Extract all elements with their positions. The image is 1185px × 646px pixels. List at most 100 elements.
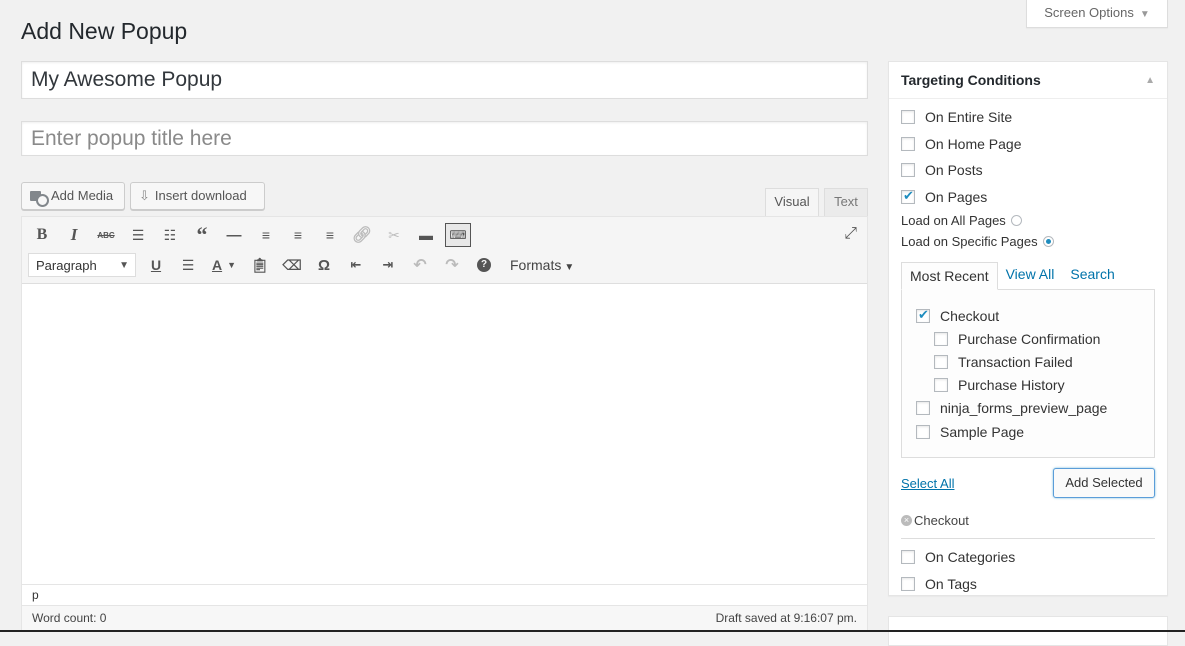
formats-dropdown[interactable]: Formats ▼: [510, 257, 574, 273]
page-item[interactable]: ninja_forms_preview_page: [916, 397, 1154, 420]
checkbox[interactable]: [934, 354, 948, 369]
blockquote-icon[interactable]: “: [186, 221, 218, 249]
condition-posts[interactable]: On Posts: [901, 157, 1155, 184]
content-editor: B I ABC ☰ ☷ “ — ≡ ≡ ≡ 🔗︎ ✂ ▬ ⌨ ⤢ Paragra…: [21, 216, 868, 631]
outdent-icon[interactable]: ⇤: [340, 251, 372, 279]
checkbox-checked[interactable]: [916, 307, 930, 323]
align-right-icon[interactable]: ≡: [314, 221, 346, 249]
bullet-list-icon[interactable]: ☰: [122, 221, 154, 249]
condition-label: On Home Page: [925, 135, 1022, 152]
bold-icon[interactable]: B: [26, 221, 58, 249]
unlink-icon[interactable]: ✂: [378, 221, 410, 249]
clear-formatting-icon[interactable]: ⌫: [276, 251, 308, 279]
selected-page-label: Checkout: [914, 512, 969, 528]
tab-view-all[interactable]: View All: [998, 261, 1063, 289]
select-all-link[interactable]: Select All: [901, 476, 954, 491]
page-picker-tabs: Most Recent View All Search: [901, 261, 1155, 290]
redo-icon[interactable]: ↷: [436, 251, 468, 279]
add-selected-button[interactable]: Add Selected: [1053, 468, 1155, 498]
checkbox[interactable]: [916, 401, 930, 416]
remove-icon[interactable]: ×: [901, 514, 912, 526]
page-item[interactable]: Purchase History: [916, 374, 1154, 397]
draft-saved-status: Draft saved at 9:16:07 pm.: [715, 611, 857, 625]
caret-down-icon: ▼: [564, 262, 575, 273]
checkbox[interactable]: [916, 424, 930, 439]
tab-text[interactable]: Text: [824, 188, 868, 216]
popup-title-input[interactable]: [21, 121, 868, 156]
read-more-icon[interactable]: ▬: [410, 221, 442, 249]
condition-label: On Categories: [925, 549, 1016, 566]
checkbox[interactable]: [901, 550, 915, 565]
condition-label: On Pages: [925, 188, 988, 205]
horizontal-line-icon[interactable]: —: [218, 221, 250, 249]
condition-label: On Entire Site: [925, 109, 1013, 126]
radio-label: Load on Specific Pages: [901, 234, 1038, 249]
page-item[interactable]: Purchase Confirmation: [916, 327, 1154, 350]
underline-icon[interactable]: U: [140, 251, 172, 279]
download-icon: ⇩: [139, 188, 150, 203]
tab-most-recent[interactable]: Most Recent: [901, 262, 998, 290]
tab-visual[interactable]: Visual: [765, 188, 819, 217]
radio-button[interactable]: [1010, 215, 1022, 226]
checkbox[interactable]: [901, 110, 915, 125]
add-media-button[interactable]: Add Media: [21, 182, 125, 210]
insert-download-label: Insert download: [154, 188, 247, 203]
targeting-conditions-box: Targeting Conditions ▲ On Entire Site On…: [888, 61, 1168, 596]
element-path: p: [22, 584, 867, 604]
page-label: Transaction Failed: [958, 353, 1073, 370]
page-item[interactable]: Checkout: [916, 304, 1154, 327]
align-center-icon[interactable]: ≡: [282, 221, 314, 249]
condition-pages[interactable]: On Pages: [901, 184, 1155, 211]
page-title: Add New Popup: [21, 18, 188, 44]
strikethrough-icon[interactable]: ABC: [90, 221, 122, 249]
paragraph-format-select[interactable]: Paragraph ▼: [28, 253, 136, 277]
divider: [901, 538, 1155, 539]
formats-label: Formats: [510, 257, 562, 273]
radio-button-selected[interactable]: [1042, 236, 1054, 247]
italic-icon[interactable]: I: [58, 221, 90, 249]
align-left-icon[interactable]: ≡: [250, 221, 282, 249]
page-list-panel: Checkout Purchase Confirmation Transacti…: [901, 289, 1155, 458]
page-item[interactable]: Sample Page: [916, 420, 1154, 443]
page-item[interactable]: Transaction Failed: [916, 350, 1154, 373]
checkbox[interactable]: [901, 136, 915, 151]
selected-page-tag: × Checkout: [901, 512, 1155, 528]
condition-tags[interactable]: On Tags: [901, 571, 1155, 598]
checkbox-checked[interactable]: [901, 188, 915, 204]
tab-search[interactable]: Search: [1062, 261, 1122, 289]
media-icon: [30, 189, 49, 207]
toolbar-toggle-icon[interactable]: ⌨: [442, 221, 474, 249]
fullscreen-icon[interactable]: ⤢: [844, 225, 857, 243]
format-select-value: Paragraph: [36, 257, 97, 273]
indent-icon[interactable]: ⇥: [372, 251, 404, 279]
condition-entire-site[interactable]: On Entire Site: [901, 104, 1155, 131]
load-all-pages-option[interactable]: Load on All Pages: [901, 210, 1155, 231]
special-character-icon[interactable]: Ω: [308, 251, 340, 279]
page-label: Purchase History: [958, 377, 1065, 394]
text-color-icon[interactable]: A ▼: [204, 251, 244, 279]
justify-icon[interactable]: ☰: [172, 251, 204, 279]
popup-name-input[interactable]: [21, 61, 868, 99]
condition-home-page[interactable]: On Home Page: [901, 131, 1155, 158]
insert-download-button[interactable]: ⇩ Insert download: [130, 182, 265, 210]
page-label: Purchase Confirmation: [958, 330, 1101, 347]
numbered-list-icon[interactable]: ☷: [154, 221, 186, 249]
condition-label: On Tags: [925, 575, 977, 592]
targeting-conditions-header[interactable]: Targeting Conditions ▲: [889, 62, 1167, 99]
checkbox[interactable]: [934, 331, 948, 346]
editor-content-area[interactable]: [22, 284, 867, 584]
insert-link-icon[interactable]: 🔗︎: [346, 221, 378, 249]
checkbox[interactable]: [901, 163, 915, 178]
checkbox[interactable]: [934, 378, 948, 393]
box-title: Targeting Conditions: [901, 72, 1041, 88]
checkbox[interactable]: [901, 576, 915, 591]
screen-options-button[interactable]: Screen Options ▼: [1026, 0, 1168, 28]
help-icon[interactable]: ?: [468, 251, 500, 279]
caret-down-icon: ▼: [119, 259, 129, 271]
condition-categories[interactable]: On Categories: [901, 544, 1155, 571]
undo-icon[interactable]: ↶: [404, 251, 436, 279]
collapse-arrow-icon[interactable]: ▲: [1145, 75, 1155, 86]
paste-as-text-icon[interactable]: 📋︎: [244, 251, 276, 279]
load-specific-pages-option[interactable]: Load on Specific Pages: [901, 231, 1155, 252]
page-label: Sample Page: [940, 423, 1025, 440]
